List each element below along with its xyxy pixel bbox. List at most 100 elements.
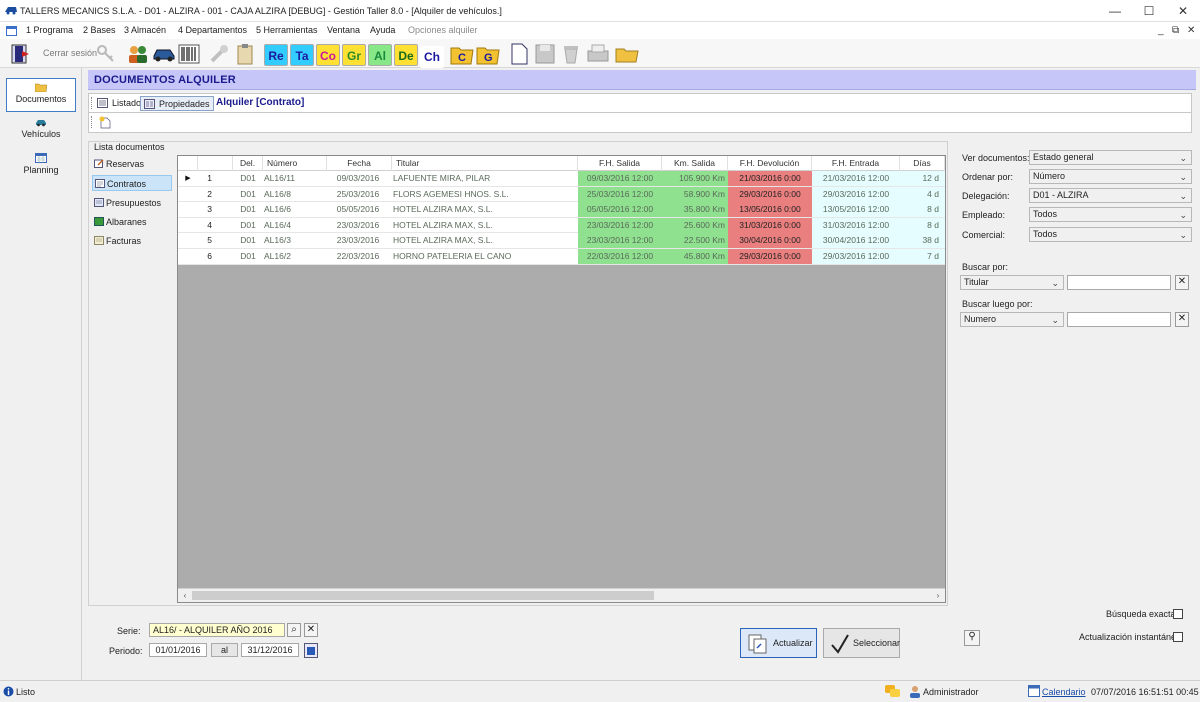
toolbar-re-button[interactable]: Re	[264, 44, 288, 66]
calendar-picker-icon[interactable]	[304, 643, 318, 658]
col-header-del[interactable]: Del.	[233, 156, 263, 171]
ver-documentos-value: Estado general	[1033, 152, 1094, 162]
toolbar-de-button[interactable]: De	[394, 44, 418, 66]
tab-listado[interactable]: Listado	[94, 96, 144, 111]
empleado-select[interactable]: Todos ⌄	[1029, 207, 1192, 222]
pin-icon[interactable]: ⚲	[964, 630, 980, 646]
row-indicator	[178, 202, 198, 217]
menu-departamentos[interactable]: 4 Departamentos	[178, 25, 247, 35]
maximize-button[interactable]: ☐	[1132, 0, 1166, 22]
periodo-label: Periodo:	[109, 646, 143, 656]
col-header-numero[interactable]: Número	[263, 156, 327, 171]
mdi-minimize-button[interactable]: _	[1158, 25, 1164, 36]
ordenar-por-select[interactable]: Número ⌄	[1029, 169, 1192, 184]
chat-icon[interactable]	[885, 685, 901, 698]
logout-button[interactable]: Cerrar sesión	[43, 48, 97, 58]
toolbar-ta-button[interactable]: Ta	[290, 44, 314, 66]
horizontal-scrollbar[interactable]: ‹ ›	[178, 588, 945, 602]
vehicle-icon[interactable]	[152, 46, 176, 62]
buscar-luego-por-input[interactable]	[1067, 312, 1171, 327]
category-presupuestos[interactable]: Presupuestos	[92, 195, 172, 211]
col-header-fh-devolucion[interactable]: F.H. Devolución	[728, 156, 812, 171]
category-albaranes[interactable]: Albaranes	[92, 214, 172, 230]
category-reservas[interactable]: Reservas	[92, 156, 172, 172]
tools-icon[interactable]	[208, 43, 230, 65]
table-row[interactable]: 3 D01 AL16/6 05/05/2016 HOTEL ALZIRA MAX, S.…	[178, 202, 945, 218]
col-header-titular[interactable]: Titular	[392, 156, 578, 171]
new-document-icon[interactable]	[99, 116, 111, 129]
table-row[interactable]: 5 D01 AL16/3 23/03/2016 HOTEL ALZIRA MAX, S.…	[178, 233, 945, 249]
category-facturas[interactable]: Facturas	[92, 233, 172, 249]
cell-fecha: 22/03/2016	[336, 251, 380, 261]
toolbar-al-button[interactable]: Al	[368, 44, 392, 66]
menu-programa[interactable]: 1 Programa	[26, 25, 73, 35]
table-row[interactable]: 2 D01 AL16/8 25/03/2016 FLORS AGEMESI HNOS. …	[178, 186, 945, 203]
minimize-button[interactable]: —	[1098, 0, 1132, 22]
delete-icon[interactable]	[560, 43, 582, 65]
folder-c-icon[interactable]: C	[450, 43, 474, 65]
table-row[interactable]: ▶ 1 D01 AL16/11 09/03/2016 LAFUENTE MIRA, PIL…	[178, 171, 945, 187]
busqueda-exacta-checkbox[interactable]	[1173, 609, 1183, 619]
toolbar-co-button[interactable]: Co	[316, 44, 340, 66]
actualizar-button[interactable]: Actualizar	[740, 628, 817, 658]
mdi-close-button[interactable]: ✕	[1187, 25, 1195, 36]
toolbar-gr-button[interactable]: Gr	[342, 44, 366, 66]
mdi-restore-button[interactable]: ⧉	[1172, 25, 1179, 36]
calendar-link[interactable]: Calendario	[1042, 687, 1086, 697]
scroll-right-icon[interactable]: ›	[931, 589, 945, 603]
delegacion-select[interactable]: D01 - ALZIRA ⌄	[1029, 188, 1192, 203]
scrollbar-thumb[interactable]	[192, 591, 654, 600]
close-window-button[interactable]: ✕	[1166, 0, 1200, 22]
buscar-por-select[interactable]: Titular ⌄	[960, 275, 1064, 290]
periodo-to-field[interactable]: 31/12/2016	[241, 643, 299, 657]
nav-vehiculos[interactable]: Vehículos	[6, 114, 76, 148]
category-contratos[interactable]: Contratos	[92, 175, 172, 191]
scroll-left-icon[interactable]: ‹	[178, 589, 192, 603]
status-datetime: 07/07/2016 16:51:51 00:45	[1091, 687, 1199, 697]
clipboard-icon[interactable]	[234, 43, 256, 65]
save-icon[interactable]	[534, 43, 556, 65]
comercial-select[interactable]: Todos ⌄	[1029, 227, 1192, 242]
ver-documentos-select[interactable]: Estado general ⌄	[1029, 150, 1192, 165]
buscar-luego-por-value: Numero	[964, 314, 997, 324]
table-row[interactable]: 4 D01 AL16/4 23/03/2016 HOTEL ALZIRA MAX, S.…	[178, 217, 945, 234]
barcode-icon[interactable]	[178, 43, 200, 65]
toolbar-ch-button[interactable]: Ch	[420, 46, 444, 68]
clear-search-2-icon[interactable]: ✕	[1175, 312, 1189, 327]
new-document-icon[interactable]	[508, 42, 530, 66]
serie-field[interactable]: AL16/ - ALQUILER AÑO 2016	[149, 623, 285, 637]
seleccionar-button[interactable]: Seleccionar	[823, 628, 900, 658]
cell-fh-devolucion: 30/04/2016 0:00	[728, 233, 812, 249]
exit-door-icon[interactable]	[10, 43, 32, 65]
tab-propiedades[interactable]: Propiedades	[140, 96, 214, 111]
clear-search-icon[interactable]: ✕	[1175, 275, 1189, 290]
folder-g-icon[interactable]: G	[476, 43, 500, 65]
buscar-luego-por-select[interactable]: Numero ⌄	[960, 312, 1064, 327]
serie-clear-icon[interactable]: ✕	[304, 623, 318, 637]
col-header-fecha[interactable]: Fecha	[327, 156, 392, 171]
menu-bases[interactable]: 2 Bases	[83, 25, 116, 35]
print-icon[interactable]	[586, 43, 610, 65]
menu-ventana[interactable]: Ventana	[327, 25, 360, 35]
menu-ayuda[interactable]: Ayuda	[370, 25, 395, 35]
col-header-dias[interactable]: Días	[900, 156, 945, 171]
cell-numero: AL16/4	[264, 219, 291, 230]
documents-grid[interactable]: Del. Número Fecha Titular F.H. Salida Km…	[177, 155, 946, 603]
periodo-from-field[interactable]: 01/01/2016	[149, 643, 207, 657]
menu-almacen[interactable]: 3 Almacén	[124, 25, 166, 35]
key-icon[interactable]	[96, 44, 116, 64]
nav-documentos[interactable]: Documentos	[6, 78, 76, 112]
actualizacion-instantanea-checkbox[interactable]	[1173, 632, 1183, 642]
menu-herramientas[interactable]: 5 Herramientas	[256, 25, 318, 35]
table-row[interactable]: 6 D01 AL16/2 22/03/2016 HORNO PATELERIA EL C…	[178, 249, 945, 265]
menu-opciones-alquiler[interactable]: Opciones alquiler	[408, 25, 478, 35]
col-header-km-salida[interactable]: Km. Salida	[662, 156, 728, 171]
col-header-fh-entrada[interactable]: F.H. Entrada	[812, 156, 900, 171]
serie-search-icon[interactable]: ⌕	[287, 623, 301, 637]
folder-icon[interactable]	[614, 44, 640, 64]
users-icon[interactable]	[126, 43, 150, 65]
col-header-fh-salida[interactable]: F.H. Salida	[578, 156, 662, 171]
nav-planning[interactable]: Planning	[6, 150, 76, 184]
toolbar-re-label: Re	[268, 49, 284, 63]
buscar-por-input[interactable]	[1067, 275, 1171, 290]
